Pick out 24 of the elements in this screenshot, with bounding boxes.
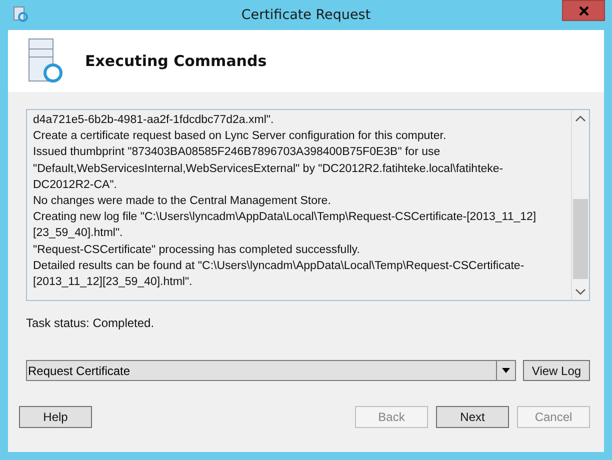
close-button[interactable] <box>562 0 605 21</box>
dialog-button[interactable]: Help <box>19 406 92 428</box>
log-line: "Request-CSCertificate" processing has completed successfully. <box>33 242 361 258</box>
log-line: "Default,WebServicesInternal,WebServicesExternal" by "DC2012R2.fatihteke.local\fatihteke- <box>33 162 504 177</box>
log-line: [2013_11_12][23_59_40].html". <box>33 275 194 290</box>
dialog-button[interactable]: Next <box>436 406 509 428</box>
log-line: Issued thumbprint "873403BA08585F246B7896703A398400B75F0E3B" for use <box>33 145 442 160</box>
log-line: Detailed results can be found at "C:\Users\lyncadm\AppData\Local\Temp\Request-CSCertificate- <box>33 258 526 274</box>
scrollbar[interactable] <box>571 110 589 300</box>
scroll-thumb[interactable] <box>573 199 588 279</box>
log-line: No changes were made to the Central Management Store. <box>33 194 332 210</box>
window-title: Certificate Request <box>241 7 371 23</box>
page-heading: Executing Commands <box>85 52 267 70</box>
log-line: d4a721e5-6b2b-4981-aa2f-1fdcdbc77d2a.xml". <box>33 113 275 128</box>
app-icon <box>12 6 28 22</box>
log-line: DC2012R2-CA". <box>33 178 118 193</box>
log-line: Creating new log file "C:\Users\lyncadm\AppData\Local\Temp\Request-CSCertificate-[2013_11_12] <box>33 210 538 226</box>
view-log-button[interactable]: View Log <box>523 360 590 381</box>
log-line: [23_59_40].html". <box>33 226 124 242</box>
dropdown-caret-icon <box>502 368 510 373</box>
task-status: Task status: Completed. <box>26 316 156 330</box>
log-line: Create a certificate request based on Lync Server configuration for this computer. <box>33 129 448 144</box>
action-dropdown[interactable]: Request Certificate <box>26 360 516 381</box>
close-icon <box>578 6 588 16</box>
